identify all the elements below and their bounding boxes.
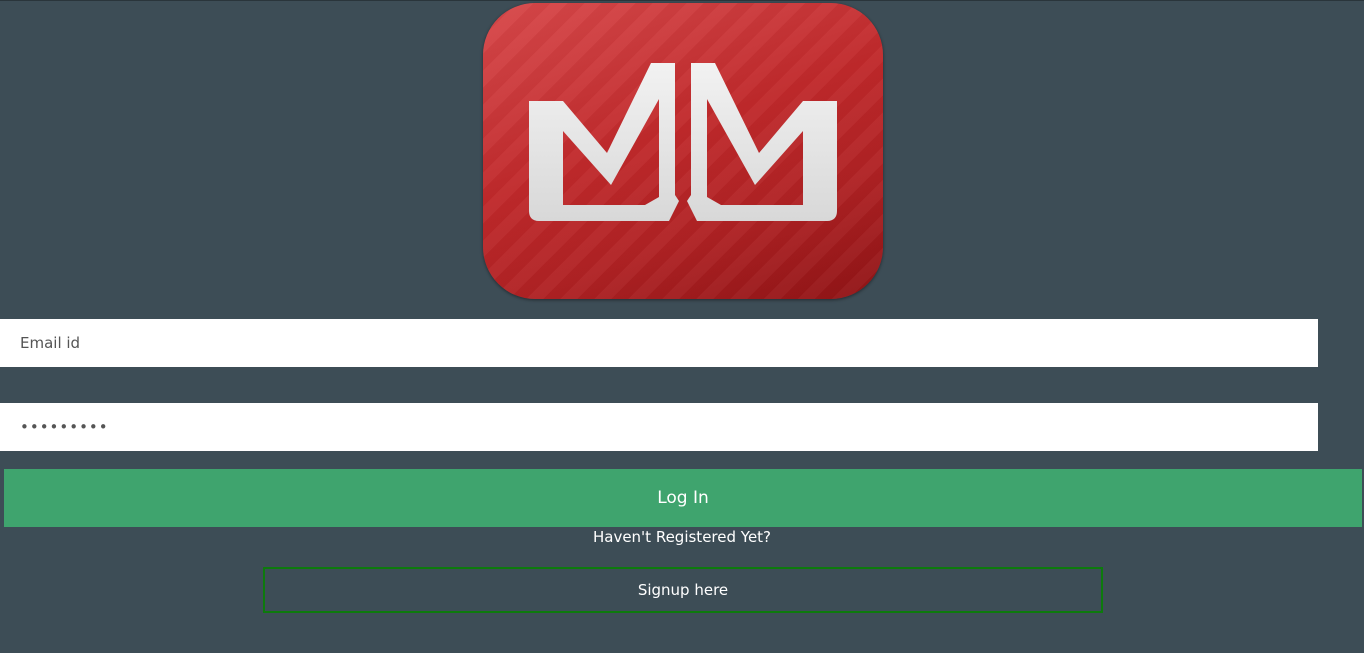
login-page: Log In Haven't Registered Yet? Signup he… [0, 0, 1364, 653]
register-prompt-text: Haven't Registered Yet? [592, 528, 772, 546]
mm-crown-logo-icon [483, 3, 883, 299]
email-field[interactable] [0, 319, 1318, 367]
signup-button[interactable]: Signup here [263, 567, 1103, 613]
login-button[interactable]: Log In [4, 469, 1362, 527]
password-field[interactable] [0, 403, 1318, 451]
mm-logo-mark [529, 63, 837, 221]
